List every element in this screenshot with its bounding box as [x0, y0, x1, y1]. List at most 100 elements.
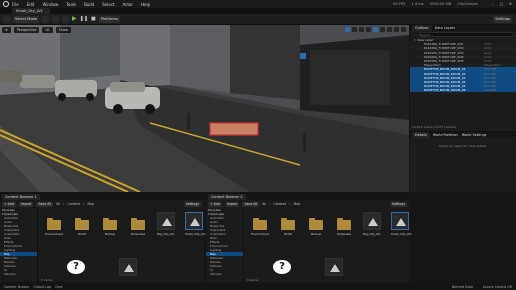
menu-tools[interactable]: Tools [66, 2, 76, 7]
minimize-icon[interactable]: – [492, 2, 494, 6]
level-icon[interactable] [118, 258, 137, 276]
folder-icon [337, 218, 351, 230]
scale-snap-icon[interactable] [387, 27, 392, 32]
outliner-search-row [410, 31, 516, 38]
tab-details[interactable]: Details [412, 132, 430, 138]
show-button[interactable]: Show [55, 27, 71, 33]
asset-tile[interactable]: Templates [129, 218, 147, 236]
perspective-button[interactable]: Perspective [13, 27, 40, 33]
question-icon: ? [67, 260, 85, 274]
asset-tile[interactable]: Small_City_LVL [185, 212, 206, 236]
play-icon[interactable]: ▶ [72, 16, 77, 22]
asset-tile[interactable]: Big_City_LVL [363, 212, 381, 236]
asset-label: HLOD [78, 232, 86, 236]
asset-label: Environment [45, 232, 63, 236]
asset-grid: Environment HLOD Markup Templates Big_City_L… [245, 208, 412, 283]
level-icon [185, 212, 203, 230]
asset-tile[interactable]: Markup [101, 218, 119, 236]
folder-icon [253, 218, 267, 230]
folder-icon [281, 218, 295, 230]
maximize-icon[interactable]: □ [500, 2, 503, 6]
settings-button[interactable]: Settings [493, 15, 512, 23]
menu-select[interactable]: Select [102, 2, 114, 7]
move-tool-icon[interactable] [345, 27, 350, 32]
save-all-button[interactable]: Save All [36, 201, 54, 207]
menu-edit[interactable]: Edit [27, 2, 35, 7]
stop-icon[interactable]: ■ [91, 16, 96, 22]
content-settings-button[interactable]: Settings [389, 201, 407, 207]
pause-icon[interactable]: ❚❚ [80, 16, 88, 22]
platforms-button[interactable]: Platforms [98, 15, 120, 23]
rotation-snap-icon[interactable] [380, 27, 385, 32]
asset-label: Markup [104, 232, 116, 236]
save-all-button[interactable]: Save All [242, 201, 260, 207]
world-local-icon[interactable] [366, 27, 371, 32]
asset-tile[interactable]: Markup [307, 218, 325, 236]
menu-actor[interactable]: Actor [122, 2, 133, 7]
outliner-row[interactable]: ROOFTOP_BOOM_ROOM_06 Edit SPF [410, 88, 516, 93]
rotate-tool-icon[interactable] [352, 27, 357, 32]
save-icon[interactable] [3, 15, 10, 23]
asset-tile[interactable]: Small_City_LVL [391, 212, 412, 236]
content-settings-button[interactable]: Settings [183, 201, 201, 207]
grid-snap-icon[interactable] [373, 27, 378, 32]
asset-label: Big_City_LVL [363, 232, 381, 236]
derived-data-button[interactable]: Derived Data [452, 285, 473, 289]
outliner-panel: Outliner Data Layers ▾ New Label PARKING… [410, 25, 516, 131]
cinematics-icon[interactable] [62, 15, 70, 23]
menu-help[interactable]: Help [141, 2, 150, 7]
level-viewport[interactable]: ≡ Perspective Lit Show [0, 25, 409, 192]
add-icon[interactable] [412, 32, 417, 37]
viewport-tools [345, 27, 406, 32]
asset-label: Environment [251, 232, 269, 236]
tab-world-settings[interactable]: World Settings [462, 133, 487, 137]
menu-file[interactable]: File [12, 2, 19, 7]
asset-tile[interactable]: Environment [251, 218, 269, 236]
asset-tile[interactable]: Templates [335, 218, 353, 236]
asset-grid: Environment HLOD Markup Templates Big_City_L… [39, 208, 206, 283]
content-browser-tab[interactable]: Content Browser 2 [208, 194, 246, 200]
lit-button[interactable]: Lit [42, 27, 53, 33]
asset-tile[interactable]: HLOD [279, 218, 297, 236]
breadcrumb-content[interactable]: Content [67, 202, 80, 206]
tab-world-partition[interactable]: World Partition [433, 133, 458, 137]
asset-tile[interactable]: Big_City_LVL [157, 212, 175, 236]
level-icon [391, 212, 409, 230]
level-icon[interactable] [324, 258, 343, 276]
close-icon[interactable]: ✕ [509, 2, 512, 6]
breadcrumb-map[interactable]: Map [87, 202, 94, 206]
add-actor-icon[interactable] [42, 15, 50, 23]
scale-tool-icon[interactable] [359, 27, 364, 32]
tab-outliner[interactable]: Outliner [412, 25, 432, 31]
import-button[interactable]: Import [224, 201, 240, 207]
outliner-search-input[interactable] [419, 32, 514, 37]
add-button[interactable]: + Add [208, 201, 222, 207]
question-icon: ? [273, 260, 291, 274]
content-browser-tab[interactable]: Content Browser 1 [2, 194, 40, 200]
select-mode-button[interactable]: Select Mode [13, 15, 40, 23]
cmd-button[interactable]: Cmd [55, 285, 62, 289]
source-control-button[interactable]: Source Control Off [483, 285, 512, 289]
import-button[interactable]: Import [18, 201, 34, 207]
viewport-menu-icon[interactable]: ≡ [2, 27, 11, 33]
maximize-viewport-icon[interactable] [401, 27, 406, 32]
breadcrumb-separator-icon: › [83, 202, 85, 206]
breadcrumb-all[interactable]: All [262, 202, 266, 206]
menu-build[interactable]: Build [84, 2, 94, 7]
blueprint-icon[interactable] [52, 15, 60, 23]
breadcrumb-map[interactable]: Map [293, 202, 300, 206]
level-icon [157, 212, 175, 230]
tab-data-layers[interactable]: Data Layers [435, 26, 455, 30]
camera-speed-icon[interactable] [394, 27, 399, 32]
breadcrumb-all[interactable]: All [56, 202, 60, 206]
menu-window[interactable]: Window [42, 2, 58, 7]
tree-folder[interactable]: Vehicles [206, 272, 243, 276]
output-log-button[interactable]: Output Log [33, 285, 51, 289]
asset-tile[interactable]: Environment [45, 218, 63, 236]
content-drawer-button[interactable]: Content Drawer [4, 285, 29, 289]
add-button[interactable]: + Add [2, 201, 16, 207]
unreal-logo-icon[interactable] [3, 1, 9, 7]
breadcrumb-content[interactable]: Content [273, 202, 286, 206]
tree-folder[interactable]: Vehicles [0, 272, 37, 276]
asset-tile[interactable]: HLOD [73, 218, 91, 236]
